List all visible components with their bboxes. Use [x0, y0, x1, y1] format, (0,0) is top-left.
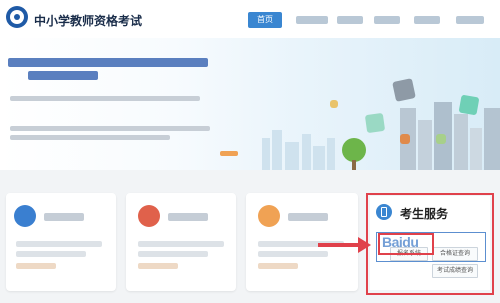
- card-title-blurred: [168, 213, 208, 221]
- banner-text-blurred: [10, 126, 210, 131]
- site-logo[interactable]: [6, 6, 28, 28]
- banner-headline-blurred: [8, 58, 208, 67]
- card-text-blurred: [138, 251, 208, 257]
- city-building: [262, 138, 270, 170]
- city-building: [327, 138, 335, 170]
- nav-home[interactable]: 首页: [248, 12, 282, 28]
- nav-item-blurred[interactable]: [374, 16, 400, 24]
- banner-text-blurred: [10, 96, 200, 101]
- banner-more-link[interactable]: [220, 151, 238, 156]
- card-text-blurred: [258, 251, 328, 257]
- site-header: 中小学教师资格考试 首页: [0, 0, 500, 39]
- city-tower: [484, 108, 500, 170]
- card-text-blurred: [16, 251, 86, 257]
- city-tower: [470, 128, 482, 170]
- city-building: [272, 130, 282, 170]
- nav-item-blurred[interactable]: [456, 16, 484, 24]
- nav-item-blurred[interactable]: [414, 16, 440, 24]
- card-title-blurred: [44, 213, 84, 221]
- floating-cube-icon: [400, 134, 410, 144]
- city-building: [313, 146, 325, 170]
- tree-icon: [342, 138, 366, 162]
- baidu-watermark: Baidu: [382, 234, 419, 250]
- annotation-arrow-icon: [358, 237, 371, 253]
- card-link-blurred[interactable]: [258, 263, 298, 269]
- card-icon: [138, 205, 160, 227]
- logo-dot: [14, 14, 20, 20]
- city-tower: [418, 120, 432, 170]
- logo-emblem-icon: [10, 10, 24, 24]
- annotation-arrow-shaft: [318, 243, 360, 247]
- city-building: [302, 134, 311, 170]
- service-card[interactable]: [6, 193, 116, 291]
- card-link-blurred[interactable]: [16, 263, 56, 269]
- tree-trunk: [352, 160, 356, 170]
- floating-cube-icon: [436, 134, 446, 144]
- card-text-blurred: [16, 241, 102, 247]
- banner-headline-blurred: [28, 71, 98, 80]
- service-card[interactable]: [126, 193, 236, 291]
- nav-item-blurred[interactable]: [337, 16, 363, 24]
- card-icon: [258, 205, 280, 227]
- card-link-blurred[interactable]: [138, 263, 178, 269]
- floating-cube-icon: [330, 100, 338, 108]
- floating-cube-icon: [458, 94, 480, 116]
- banner-text-blurred: [10, 135, 170, 140]
- card-title-blurred: [288, 213, 328, 221]
- city-building: [285, 142, 299, 170]
- hero-banner[interactable]: [0, 38, 500, 170]
- card-text-blurred: [138, 241, 224, 247]
- site-title[interactable]: 中小学教师资格考试: [34, 12, 142, 29]
- service-card[interactable]: [246, 193, 358, 291]
- city-tower: [454, 114, 468, 170]
- floating-cube-icon: [364, 112, 386, 134]
- card-icon: [14, 205, 36, 227]
- nav-item-blurred[interactable]: [296, 16, 328, 24]
- floating-cube-icon: [392, 78, 416, 102]
